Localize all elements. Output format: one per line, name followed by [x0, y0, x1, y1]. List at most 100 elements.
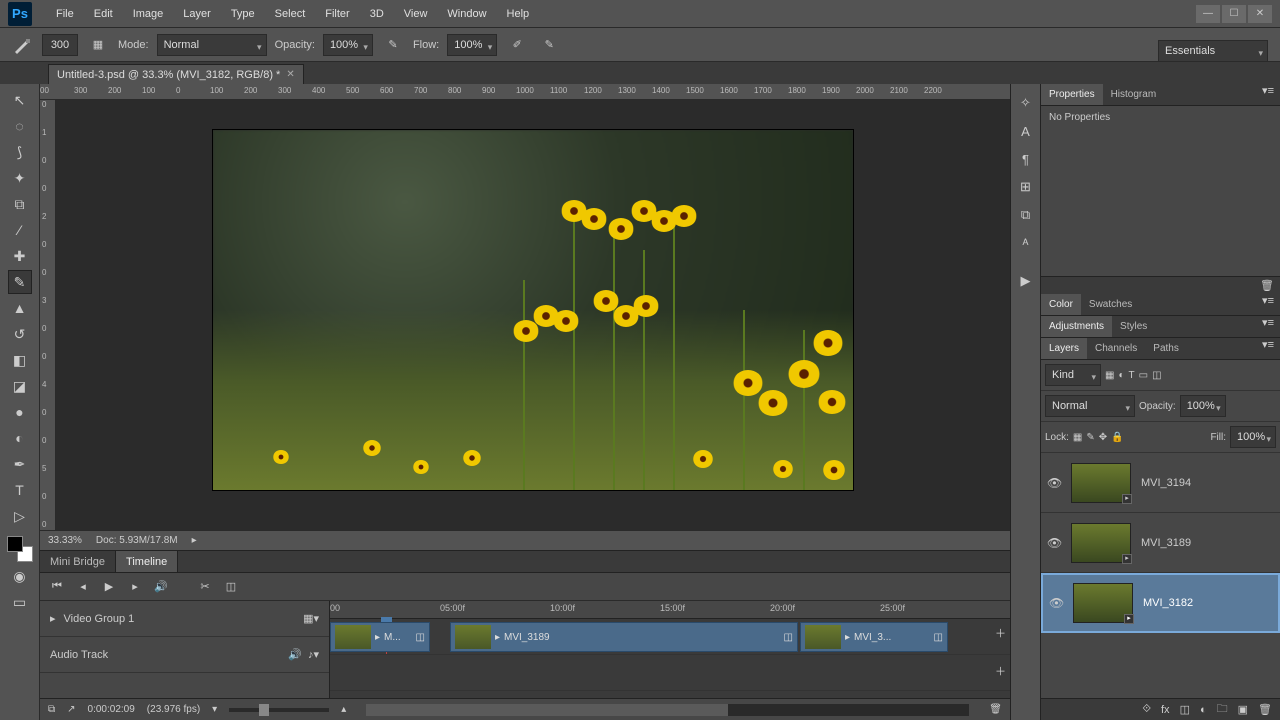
canvas-area[interactable] [56, 100, 1010, 530]
window-close-icon[interactable]: ✕ [1248, 5, 1272, 23]
tab-timeline[interactable]: Timeline [116, 551, 178, 572]
video-clip[interactable]: ▸M...◫ [330, 622, 430, 652]
timeline-ruler[interactable]: 0005:00f10:00f15:00f20:00f25:00f [330, 601, 1010, 619]
menu-window[interactable]: Window [437, 0, 496, 28]
type-tool-icon[interactable]: T [8, 478, 32, 502]
layer-list[interactable]: 👁▸MVI_3194👁▸MVI_3189👁▸MVI_3182 [1041, 453, 1280, 698]
tab-paths[interactable]: Paths [1145, 338, 1187, 359]
zoom-slider[interactable] [229, 708, 329, 712]
lock-all-icon[interactable]: 🔒 [1111, 432, 1123, 443]
screenmode-icon[interactable]: ▭ [8, 590, 32, 614]
panel-menu-icon[interactable]: ▾≡ [1256, 84, 1280, 105]
tab-color[interactable]: Color [1041, 294, 1081, 315]
tab-histogram[interactable]: Histogram [1103, 84, 1165, 105]
lock-pixels-icon[interactable]: ✎ [1086, 432, 1094, 443]
menu-layer[interactable]: Layer [173, 0, 221, 28]
character-panel-icon[interactable]: A [1017, 122, 1035, 140]
video-group-track[interactable]: ▸ Video Group 1 ▦▾ [40, 601, 329, 637]
new-adjustment-icon[interactable]: ◐ [1200, 704, 1207, 716]
layer-mask-icon[interactable]: ◫ [1180, 703, 1190, 716]
tab-layers[interactable]: Layers [1041, 338, 1087, 359]
path-selection-tool-icon[interactable]: ▷ [8, 504, 32, 528]
filter-smart-icon[interactable]: ◫ [1152, 370, 1161, 381]
healing-brush-tool-icon[interactable]: ✚ [8, 244, 32, 268]
menu-help[interactable]: Help [497, 0, 540, 28]
mute-icon[interactable]: 🔊 [152, 578, 170, 596]
document-tab[interactable]: Untitled-3.psd @ 33.3% (MVI_3182, RGB/8)… [48, 64, 304, 84]
brush-size-field[interactable]: 300 [42, 34, 78, 56]
trash-icon[interactable]: 🗑 [989, 704, 1002, 715]
brush-panel-icon[interactable]: ▦ [86, 35, 110, 55]
layer-row[interactable]: 👁▸MVI_3182 [1041, 573, 1280, 633]
visibility-icon[interactable]: 👁 [1047, 536, 1061, 550]
menu-select[interactable]: Select [265, 0, 316, 28]
layer-blend-mode[interactable]: Normal [1045, 395, 1135, 417]
magic-wand-tool-icon[interactable]: ✦ [8, 166, 32, 190]
next-frame-icon[interactable]: ▸ [126, 578, 144, 596]
paragraph-panel-icon[interactable]: ¶ [1017, 150, 1035, 168]
tab-mini-bridge[interactable]: Mini Bridge [40, 551, 116, 572]
new-group-icon[interactable]: 🗀 [1217, 700, 1228, 719]
play-icon[interactable]: ▶ [100, 578, 118, 596]
brush-tool-icon[interactable]: ✎ [8, 270, 32, 294]
workspace-dropdown[interactable]: Essentials [1158, 40, 1268, 62]
window-minimize-icon[interactable]: — [1196, 5, 1220, 23]
play-panel-icon[interactable]: ▶ [1017, 272, 1035, 290]
add-audio-icon[interactable]: ＋ [995, 663, 1006, 679]
audio-track-lane[interactable]: ＋ [330, 655, 1010, 691]
filter-pixel-icon[interactable]: ▦ [1105, 370, 1114, 381]
video-track-lane[interactable]: ▸M...◫ ▸MVI_3189◫▸MVI_3...◫ [330, 619, 1010, 655]
eraser-tool-icon[interactable]: ◧ [8, 348, 32, 372]
visibility-icon[interactable]: 👁 [1047, 476, 1061, 490]
layer-fx-icon[interactable]: fx [1161, 704, 1170, 716]
menu-view[interactable]: View [394, 0, 438, 28]
tab-adjustments[interactable]: Adjustments [1041, 316, 1112, 337]
track-expand-icon[interactable]: ▸ [50, 612, 56, 625]
pressure-opacity-icon[interactable]: ✎ [381, 35, 405, 55]
menu-image[interactable]: Image [123, 0, 174, 28]
video-clip[interactable]: ▸MVI_3189◫ [450, 622, 798, 652]
panel-icon-1[interactable]: ✧ [1017, 94, 1035, 112]
menu-filter[interactable]: Filter [315, 0, 359, 28]
clone-stamp-tool-icon[interactable]: ▲ [8, 296, 32, 320]
brush-tool-preset-icon[interactable] [10, 35, 34, 55]
color-swatch[interactable] [7, 536, 33, 562]
panel-menu-icon[interactable]: ▾≡ [1256, 338, 1280, 359]
gradient-tool-icon[interactable]: ◪ [8, 374, 32, 398]
zoom-out-icon[interactable]: ▾ [212, 704, 217, 715]
pen-tool-icon[interactable]: ✒ [8, 452, 32, 476]
zoom-in-icon[interactable]: ▴ [341, 704, 346, 715]
crop-tool-icon[interactable]: ⧉ [8, 192, 32, 216]
menu-file[interactable]: File [46, 0, 84, 28]
menu-edit[interactable]: Edit [84, 0, 123, 28]
airbrush-icon[interactable]: ✐ [505, 35, 529, 55]
lock-transparent-icon[interactable]: ▦ [1073, 432, 1082, 443]
goto-first-frame-icon[interactable]: ⏮ [48, 578, 66, 596]
tab-swatches[interactable]: Swatches [1081, 294, 1140, 315]
layer-row[interactable]: 👁▸MVI_3189 [1041, 513, 1280, 573]
move-tool-icon[interactable]: ↖ [8, 88, 32, 112]
properties-trash-icon[interactable]: 🗑 [1260, 280, 1274, 292]
split-clip-icon[interactable]: ✂ [196, 578, 214, 596]
video-clip[interactable]: ▸MVI_3...◫ [800, 622, 948, 652]
filter-adjust-icon[interactable]: ◐ [1118, 370, 1124, 381]
render-icon[interactable]: ↗ [67, 704, 75, 715]
canvas[interactable] [213, 130, 853, 490]
panel-menu-icon[interactable]: ▾≡ [1256, 316, 1280, 337]
layer-fill-field[interactable]: 100% [1230, 426, 1276, 448]
new-layer-icon[interactable]: ▣ [1238, 703, 1248, 716]
blend-mode-dropdown[interactable]: Normal [157, 34, 267, 56]
blur-tool-icon[interactable]: ● [8, 400, 32, 424]
link-layers-icon[interactable]: ⟐ [1142, 703, 1151, 716]
flow-field[interactable]: 100% [447, 34, 497, 56]
audio-track[interactable]: Audio Track 🔊 ♪▾ [40, 637, 329, 673]
track-menu-icon[interactable]: ▦▾ [303, 612, 319, 625]
frame-anim-toggle-icon[interactable]: ⧉ [48, 704, 55, 715]
menu-type[interactable]: Type [221, 0, 265, 28]
transition-icon[interactable]: ◫ [222, 578, 240, 596]
tab-styles[interactable]: Styles [1112, 316, 1155, 337]
history-brush-tool-icon[interactable]: ↺ [8, 322, 32, 346]
panel-icon-5[interactable]: ⧉ [1017, 206, 1035, 224]
layer-filter-kind[interactable]: Kind [1045, 364, 1101, 386]
zoom-level[interactable]: 33.33% [48, 535, 82, 546]
